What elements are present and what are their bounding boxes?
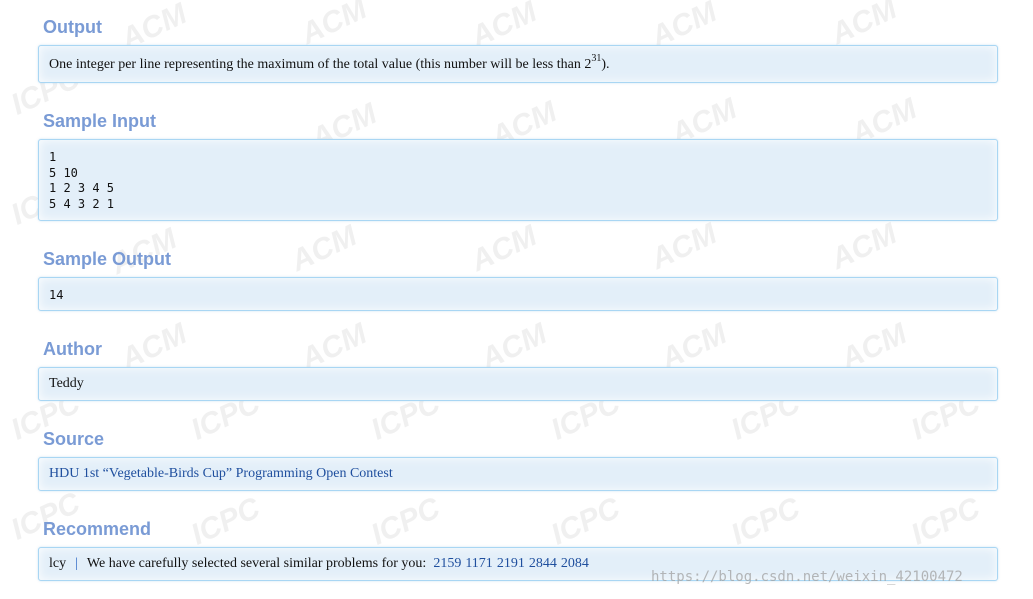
sample-input-line: 5 10 bbox=[49, 165, 78, 180]
output-heading: Output bbox=[43, 17, 102, 37]
sample-input-line: 1 bbox=[49, 150, 57, 164]
sample-output-panel: 14 bbox=[38, 277, 998, 311]
recommend-message: We have carefully selected several simil… bbox=[86, 556, 427, 571]
sample-input-line: 5 4 3 2 1 bbox=[49, 196, 115, 211]
recommend-user: lcy bbox=[49, 556, 67, 571]
sample-input-line: 1 2 3 4 5 bbox=[49, 181, 115, 195]
output-text-end: ). bbox=[601, 57, 610, 72]
watermark-icpc: ICPC bbox=[906, 491, 986, 552]
author-name: Teddy bbox=[49, 376, 84, 391]
watermark-icpc: ICPC bbox=[726, 491, 806, 552]
source-panel: HDU 1st “Vegetable-Birds Cup” Programmin… bbox=[38, 457, 998, 491]
problem-link[interactable]: 2159 bbox=[433, 556, 461, 571]
watermark-acm: ACM bbox=[286, 219, 362, 278]
problem-link[interactable]: 2844 bbox=[529, 556, 557, 571]
author-heading: Author bbox=[43, 339, 102, 359]
sample-output-code: 14 bbox=[49, 288, 64, 302]
problem-link[interactable]: 2084 bbox=[561, 556, 589, 571]
watermark-icpc: ICPC bbox=[366, 491, 446, 552]
source-link[interactable]: HDU 1st “Vegetable-Birds Cup” Programmin… bbox=[49, 466, 393, 481]
output-text: One integer per line representing the ma… bbox=[49, 57, 592, 72]
watermark-acm: ACM bbox=[826, 217, 902, 276]
watermark-icpc: ICPC bbox=[546, 491, 626, 552]
output-description: One integer per line representing the ma… bbox=[49, 54, 610, 73]
source-heading: Source bbox=[43, 429, 105, 449]
output-panel: One integer per line representing the ma… bbox=[38, 45, 998, 83]
csdn-watermark-url: https://blog.csdn.net/weixin_42100472 bbox=[651, 569, 963, 585]
sample-input-panel: 1 5 10 1 2 3 4 5 5 4 3 2 1 bbox=[38, 139, 998, 221]
output-exponent: 31 bbox=[591, 53, 602, 64]
recommend-heading: Recommend bbox=[43, 519, 152, 539]
sample-input-heading: Sample Input bbox=[43, 111, 157, 131]
watermark-acm: ACM bbox=[466, 219, 542, 278]
sample-input-code: 1 5 10 1 2 3 4 5 5 4 3 2 1 bbox=[49, 150, 114, 212]
author-panel: Teddy bbox=[38, 367, 998, 401]
watermark-acm: ACM bbox=[646, 217, 722, 276]
recommend-separator: | bbox=[75, 556, 78, 571]
watermark-icpc: ICPC bbox=[186, 491, 266, 552]
recommend-line: lcy | We have carefully selected several s… bbox=[49, 556, 593, 572]
source-line: HDU 1st “Vegetable-Birds Cup” Programmin… bbox=[49, 466, 393, 482]
recommended-problems: 2159 1171 2191 2844 2084 bbox=[433, 556, 592, 571]
problem-link[interactable]: 1171 bbox=[465, 556, 492, 571]
sample-output-heading: Sample Output bbox=[43, 249, 172, 269]
problem-link[interactable]: 2191 bbox=[497, 556, 525, 571]
